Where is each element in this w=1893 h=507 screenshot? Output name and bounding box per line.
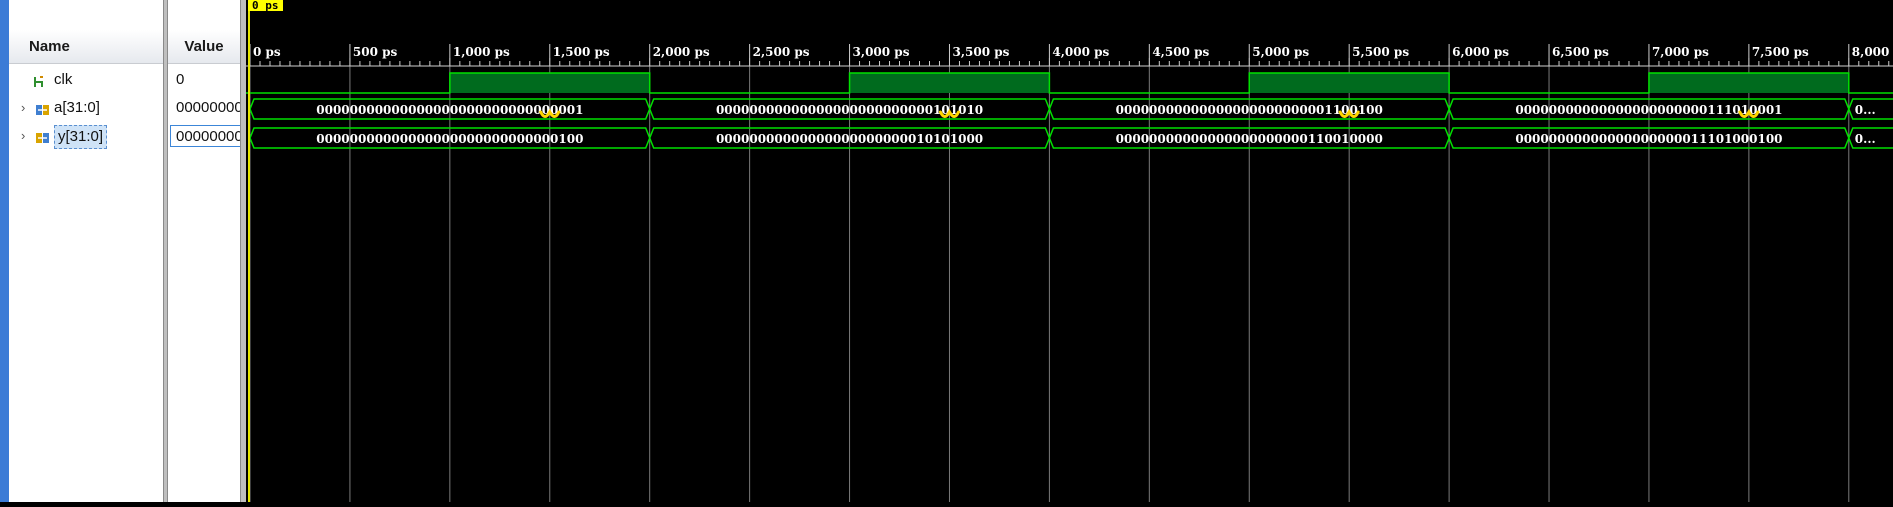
signal-row-clk[interactable]: clk bbox=[9, 66, 163, 94]
waveform-canvas[interactable]: 0 ps 500 ps 1,000 ps 1,500 ps 2,000 ps 2,500 … bbox=[246, 0, 1893, 502]
signal-name: clk bbox=[54, 71, 73, 88]
ruler-tick-label: 5,000 ps bbox=[1252, 45, 1309, 59]
ruler-tick-label: 2,500 ps bbox=[753, 45, 810, 59]
ruler-tick-label: 6,000 ps bbox=[1452, 45, 1509, 59]
value-column: Value 0 00000000 00000000 bbox=[168, 0, 240, 502]
value-column-header[interactable]: Value bbox=[168, 30, 240, 64]
ruler-tick-label: 2,000 ps bbox=[653, 45, 710, 59]
chevron-right-icon[interactable]: › bbox=[21, 122, 33, 150]
bus-y-value-label: 00000000000000000000011101000100 bbox=[1515, 132, 1782, 146]
value-row-a: 00000000 bbox=[168, 94, 240, 122]
ruler-tick-label: 1,000 ps bbox=[453, 45, 510, 59]
window-edge bbox=[0, 0, 9, 502]
ruler-tick-label: 8,000 bbox=[1852, 45, 1890, 59]
clk-high-fill bbox=[449, 73, 650, 93]
signal-value: 0 bbox=[176, 71, 185, 88]
signal-name-selected: y[31:0] bbox=[54, 125, 108, 149]
bus-y-value-label: 00000000000000000000000110010000 bbox=[1116, 132, 1383, 146]
signal-value: 00000000 bbox=[176, 99, 240, 116]
bus-y-value-label: 00000000000000000000000000000100 bbox=[316, 132, 583, 146]
ruler-tick-label: 5,500 ps bbox=[1352, 45, 1409, 59]
bus-a-value-label: 0... bbox=[1855, 103, 1876, 117]
value-row-clk: 0 bbox=[168, 66, 240, 94]
signal-row-a[interactable]: › a[31:0] bbox=[9, 94, 163, 122]
ruler-tick-label: 500 ps bbox=[353, 45, 398, 59]
bus-output-icon bbox=[35, 128, 51, 144]
clk-high-fill bbox=[849, 73, 1050, 93]
cursor-time-label: 0 ps bbox=[248, 0, 283, 11]
bus-y-value-label: 00000000000000000000000010101000 bbox=[716, 132, 983, 146]
ruler-tick-label: 3,000 ps bbox=[853, 45, 910, 59]
time-cursor[interactable] bbox=[248, 0, 250, 502]
signal-row-y[interactable]: › y[31:0] bbox=[9, 122, 163, 150]
ruler-tick-label: 4,000 ps bbox=[1052, 45, 1109, 59]
ruler-tick-label: 3,500 ps bbox=[952, 45, 1009, 59]
signal-value-selected: 00000000 bbox=[170, 125, 240, 147]
bus-y-value-label: 0... bbox=[1855, 132, 1876, 146]
ruler-tick-label: 4,500 ps bbox=[1152, 45, 1209, 59]
ruler-tick-label: 7,000 ps bbox=[1652, 45, 1709, 59]
ruler-tick-label: 1,500 ps bbox=[553, 45, 610, 59]
value-row-y: 00000000 bbox=[168, 122, 240, 150]
ruler-tick-label: 6,500 ps bbox=[1552, 45, 1609, 59]
signal-name: a[31:0] bbox=[54, 99, 100, 116]
chevron-right-icon[interactable]: › bbox=[21, 94, 33, 122]
ruler-tick-label: 0 ps bbox=[253, 45, 281, 59]
name-column: Name clk › a[31:0] › y[31:0] bbox=[9, 0, 163, 502]
name-column-header[interactable]: Name bbox=[9, 30, 163, 64]
clk-high-fill bbox=[1648, 73, 1849, 93]
ruler-tick-label: 7,500 ps bbox=[1752, 45, 1809, 59]
waveform-svg: 0 ps 500 ps 1,000 ps 1,500 ps 2,000 ps 2,500 … bbox=[246, 44, 1893, 502]
bus-input-icon bbox=[35, 100, 51, 116]
clock-signal-icon bbox=[31, 72, 47, 88]
clk-high-fill bbox=[1249, 73, 1450, 93]
